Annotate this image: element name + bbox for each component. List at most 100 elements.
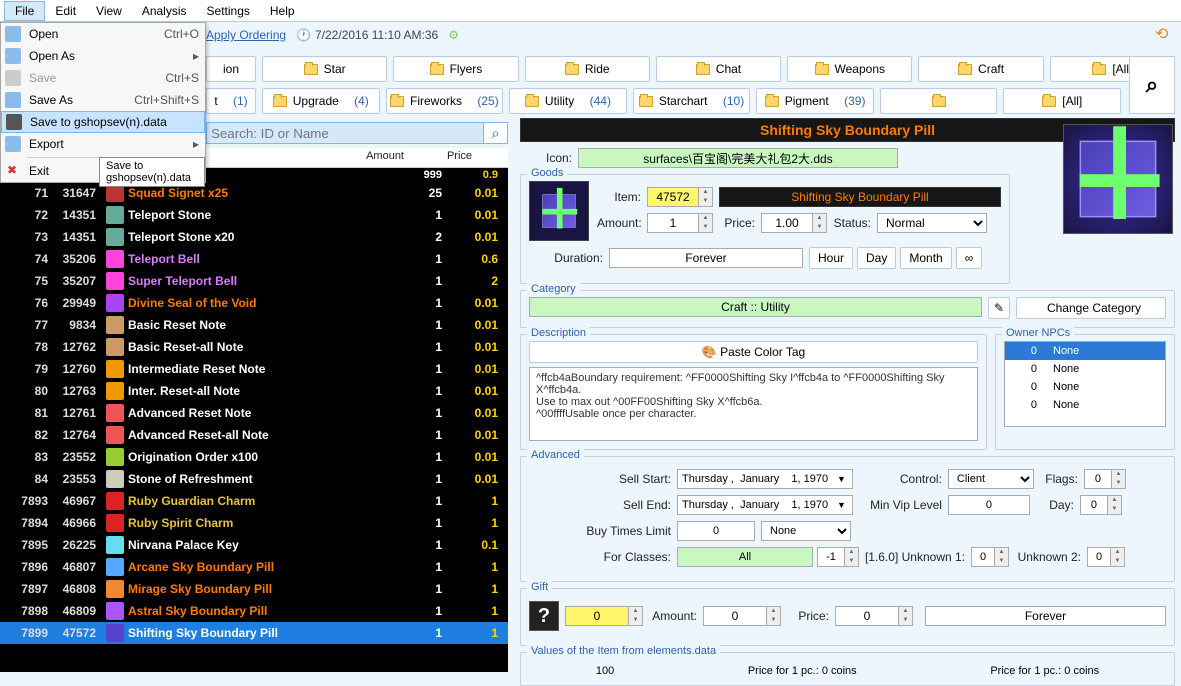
control-select[interactable]: Client	[948, 469, 1034, 489]
tab-ride[interactable]: Ride	[525, 56, 650, 82]
infinity-button[interactable]: ∞	[956, 247, 983, 269]
change-category-button[interactable]: Change Category	[1016, 297, 1166, 319]
buy-limit-input[interactable]	[677, 521, 755, 541]
gift-amount-input[interactable]	[703, 606, 767, 626]
icon-path-input[interactable]	[578, 148, 898, 168]
table-row[interactable]: 789746808Mirage Sky Boundary Pill11	[0, 578, 508, 600]
price-pc-1-label: 100	[596, 665, 614, 677]
menu-save-as[interactable]: Save AsCtrl+Shift+S	[1, 89, 205, 111]
sell-start-date[interactable]	[677, 469, 853, 489]
description-textarea[interactable]: ^ffcb4aBoundary requirement: ^FF0000Shif…	[529, 367, 978, 441]
npc-row[interactable]: 0None	[1005, 396, 1165, 414]
gift-group: Gift ? ▲▼ Amount: ▲▼ Price: ▲▼	[520, 588, 1175, 646]
unknown2-input[interactable]	[1087, 547, 1111, 567]
menu-help[interactable]: Help	[260, 2, 305, 20]
table-row[interactable]: 7812762Basic Reset-all Note10.01	[0, 336, 508, 358]
gift-price-input[interactable]	[835, 606, 899, 626]
menu-settings[interactable]: Settings	[197, 2, 260, 20]
table-row[interactable]: 8112761Advanced Reset Note10.01	[0, 402, 508, 424]
month-button[interactable]: Month	[900, 247, 951, 269]
table-row[interactable]: 789526225Nirvana Palace Key10.1	[0, 534, 508, 556]
search-tool-button[interactable]: ⌕	[1129, 56, 1175, 114]
table-row[interactable]: 789646807Arcane Sky Boundary Pill11	[0, 556, 508, 578]
gear-icon[interactable]: ⚙	[448, 28, 459, 42]
buy-limit-select[interactable]: None	[761, 521, 851, 541]
item-id-input[interactable]	[647, 187, 699, 207]
status-select[interactable]: Normal	[877, 213, 987, 233]
table-row[interactable]: 7314351Teleport Stone x2020.01	[0, 226, 508, 248]
table-row[interactable]: 7214351Teleport Stone10.01	[0, 204, 508, 226]
amount-input[interactable]	[647, 213, 699, 233]
table-row[interactable]: 8212764Advanced Reset-all Note10.01	[0, 424, 508, 446]
tab-upgrade[interactable]: Upgrade (4)	[262, 88, 380, 114]
gift-id-input[interactable]	[565, 606, 629, 626]
table-row[interactable]: 7131647Squad Signet x25250.01	[0, 182, 508, 204]
tab-empty[interactable]	[880, 88, 998, 114]
category-tabs-2: t (1) Upgrade (4) Fireworks (25) Utility…	[206, 88, 1121, 114]
day-input[interactable]	[1080, 495, 1108, 515]
table-row[interactable]: 7629949Divine Seal of the Void10.01	[0, 292, 508, 314]
sell-end-date[interactable]	[677, 495, 853, 515]
search-input[interactable]	[206, 122, 484, 144]
table-row[interactable]: 789346967Ruby Guardian Charm11	[0, 490, 508, 512]
table-row[interactable]: 8423553Stone of Refreshment10.01	[0, 468, 508, 490]
table-row[interactable]: 789446966Ruby Spirit Charm11	[0, 512, 508, 534]
tab-chat[interactable]: Chat	[656, 56, 781, 82]
menu-open[interactable]: OpenCtrl+O	[1, 23, 205, 45]
tab-pigment[interactable]: Pigment (39)	[756, 88, 874, 114]
item-grid[interactable]: ense (999)9990.97131647Squad Signet x252…	[0, 168, 508, 672]
apply-ordering-link[interactable]: Apply Ordering	[206, 28, 286, 42]
table-row[interactable]: 779834Basic Reset Note10.01	[0, 314, 508, 336]
menu-edit[interactable]: Edit	[45, 2, 86, 20]
tab2-frag[interactable]: t (1)	[206, 88, 256, 114]
tab-flyers[interactable]: Flyers	[393, 56, 518, 82]
npc-row[interactable]: 0None	[1005, 342, 1165, 360]
table-row[interactable]: 789947572Shifting Sky Boundary Pill11	[0, 622, 508, 644]
table-row[interactable]: 7435206Teleport Bell10.6	[0, 248, 508, 270]
paste-color-tag-button[interactable]: 🎨 Paste Color Tag	[529, 341, 978, 363]
npc-row[interactable]: 0None	[1005, 360, 1165, 378]
gift-duration-input[interactable]	[925, 606, 1166, 626]
for-classes-num[interactable]	[817, 547, 845, 567]
tab-utility[interactable]: Utility (44)	[509, 88, 627, 114]
table-row[interactable]: 8012763Inter. Reset-all Note10.01	[0, 380, 508, 402]
item-id-spinner[interactable]: ▲▼	[699, 187, 713, 207]
col-amount[interactable]: Amount	[348, 148, 408, 167]
unknown1-input[interactable]	[971, 547, 995, 567]
price-spinner[interactable]: ▲▼	[813, 213, 827, 233]
refresh-icon[interactable]: ⟲	[1155, 24, 1173, 42]
price-input[interactable]	[761, 213, 813, 233]
npc-list[interactable]: 0None0None0None0None	[1004, 341, 1166, 427]
table-row[interactable]: 7912760Intermediate Reset Note10.01	[0, 358, 508, 380]
day-button[interactable]: Day	[857, 247, 896, 269]
for-classes-input[interactable]	[677, 547, 813, 567]
search-icon: ⌕	[492, 125, 500, 142]
hour-button[interactable]: Hour	[809, 247, 853, 269]
search-go-button[interactable]: ⌕	[484, 122, 508, 144]
small-item-icon	[529, 181, 589, 241]
menu-save[interactable]: SaveCtrl+S	[1, 67, 205, 89]
npc-row[interactable]: 0None	[1005, 378, 1165, 396]
table-row[interactable]: 8323552Origination Order x10010.01	[0, 446, 508, 468]
amount-spinner[interactable]: ▲▼	[699, 213, 713, 233]
tab-fireworks[interactable]: Fireworks (25)	[386, 88, 504, 114]
category-tool-button[interactable]: ✎	[988, 297, 1010, 319]
menu-file[interactable]: File	[4, 1, 45, 21]
col-price[interactable]: Price	[408, 148, 476, 167]
tab-star[interactable]: Star	[262, 56, 387, 82]
duration-input[interactable]	[609, 248, 803, 268]
tab-all-2[interactable]: [All]	[1003, 88, 1121, 114]
menu-export[interactable]: Export▸	[1, 133, 205, 155]
flags-input[interactable]	[1084, 469, 1112, 489]
table-row[interactable]: 7535207Super Teleport Bell12	[0, 270, 508, 292]
tab-craft[interactable]: Craft	[918, 56, 1043, 82]
tab-frag[interactable]: ion	[206, 56, 256, 82]
menu-analysis[interactable]: Analysis	[132, 2, 197, 20]
tab-starchart[interactable]: Starchart (10)	[633, 88, 751, 114]
table-row[interactable]: 789846809Astral Sky Boundary Pill11	[0, 600, 508, 622]
menu-save-to-gshop[interactable]: Save to gshopsev(n).data	[1, 111, 205, 133]
menu-view[interactable]: View	[86, 2, 132, 20]
min-vip-input[interactable]	[948, 495, 1030, 515]
menu-open-as[interactable]: Open As▸	[1, 45, 205, 67]
tab-weapons[interactable]: Weapons	[787, 56, 912, 82]
